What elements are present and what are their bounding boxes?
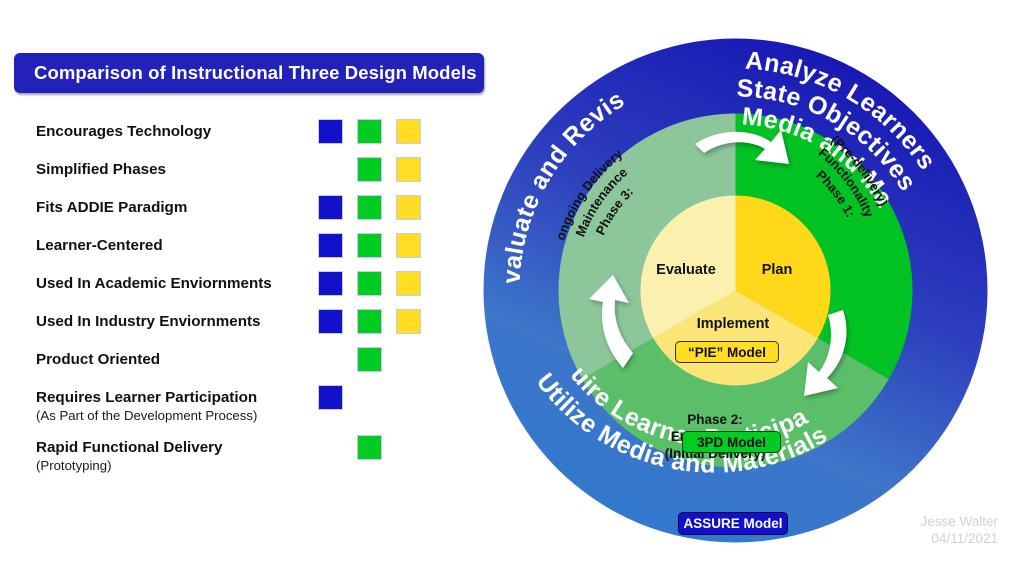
comparison-cell-empty bbox=[318, 157, 343, 182]
comparison-cell-green bbox=[357, 309, 382, 334]
comparison-row: Fits ADDIE Paradigm bbox=[0, 195, 470, 236]
comparison-cell-empty bbox=[396, 347, 421, 372]
comparison-row-sublabel: (Prototyping) bbox=[36, 458, 112, 473]
slide-canvas: Comparison of Instructional Three Design… bbox=[0, 0, 1024, 569]
phase2-line1: Phase 2: bbox=[687, 412, 743, 427]
comparison-row: Learner-Centered bbox=[0, 233, 470, 274]
comparison-row-label: Learner-Centered bbox=[36, 237, 163, 254]
comparison-row-label: Rapid Functional Delivery bbox=[36, 439, 223, 456]
comparison-cell-green bbox=[357, 195, 382, 220]
comparison-cell-blue bbox=[318, 309, 343, 334]
comparison-cell-yellow bbox=[396, 195, 421, 220]
author-name: Jesse Walter bbox=[920, 514, 998, 529]
comparison-cell-green bbox=[357, 119, 382, 144]
comparison-cell-yellow bbox=[396, 233, 421, 258]
comparison-cell-empty bbox=[318, 347, 343, 372]
comparison-cell-empty bbox=[396, 435, 421, 460]
badge-pie-model[interactable]: “PIE” Model bbox=[675, 341, 779, 363]
badge-3pd-model-label: 3PD Model bbox=[696, 434, 766, 450]
comparison-cell-blue bbox=[318, 119, 343, 144]
badge-3pd-model[interactable]: 3PD Model bbox=[682, 431, 781, 453]
comparison-cell-empty bbox=[357, 385, 382, 410]
badge-assure-model-label: ASSURE Model bbox=[683, 516, 783, 531]
author-date: 04/11/2021 bbox=[931, 531, 998, 546]
comparison-row: Requires Learner Participation (As Part o… bbox=[0, 385, 470, 426]
comparison-cell-yellow bbox=[396, 309, 421, 334]
comparison-row: Used In Industry Enviornments bbox=[0, 309, 470, 350]
comparison-row: Encourages Technology bbox=[0, 119, 470, 160]
comparison-cell-green bbox=[357, 435, 382, 460]
comparison-row-label: Used In Industry Enviornments bbox=[36, 313, 261, 330]
comparison-cell-green bbox=[357, 233, 382, 258]
pie-label-evaluate: Evaluate bbox=[656, 262, 716, 278]
badge-assure-model[interactable]: ASSURE Model bbox=[678, 512, 788, 535]
comparison-row: Rapid Functional Delivery (Prototyping) bbox=[0, 435, 470, 476]
comparison-cell-empty bbox=[318, 435, 343, 460]
page-title-banner: Comparison of Instructional Three Design… bbox=[14, 53, 484, 93]
comparison-cell-green bbox=[357, 271, 382, 296]
badge-pie-model-label: “PIE” Model bbox=[687, 344, 766, 360]
pie-label-implement: Implement bbox=[697, 316, 770, 332]
comparison-row-sublabel: (As Part of the Development Process) bbox=[36, 408, 258, 423]
comparison-cell-blue bbox=[318, 233, 343, 258]
comparison-row-label: Encourages Technology bbox=[36, 123, 212, 140]
comparison-row: Simplified Phases bbox=[0, 157, 470, 198]
comparison-row-label: Simplified Phases bbox=[36, 161, 166, 178]
comparison-cell-yellow bbox=[396, 157, 421, 182]
page-title: Comparison of Instructional Three Design… bbox=[34, 62, 477, 83]
comparison-row-label: Product Oriented bbox=[36, 351, 161, 368]
comparison-cell-blue bbox=[318, 271, 343, 296]
concentric-model-diagram: Evaluate and Revise Analyze Learners Sta… bbox=[483, 38, 988, 543]
comparison-cell-blue bbox=[318, 195, 343, 220]
author-signature: Jesse Walter 04/11/2021 bbox=[920, 513, 998, 547]
comparison-row: Product Oriented bbox=[0, 347, 470, 388]
comparison-cell-yellow bbox=[396, 271, 421, 296]
comparison-row: Used In Academic Enviornments bbox=[0, 271, 470, 312]
pie-label-plan: Plan bbox=[762, 262, 793, 278]
comparison-cell-green bbox=[357, 157, 382, 182]
comparison-row-label: Fits ADDIE Paradigm bbox=[36, 199, 188, 216]
comparison-cell-blue bbox=[318, 385, 343, 410]
comparison-cell-yellow bbox=[396, 119, 421, 144]
comparison-cell-empty bbox=[396, 385, 421, 410]
comparison-cell-green bbox=[357, 347, 382, 372]
comparison-row-label: Used In Academic Enviornments bbox=[36, 275, 272, 292]
comparison-row-label: Requires Learner Participation bbox=[36, 389, 258, 406]
